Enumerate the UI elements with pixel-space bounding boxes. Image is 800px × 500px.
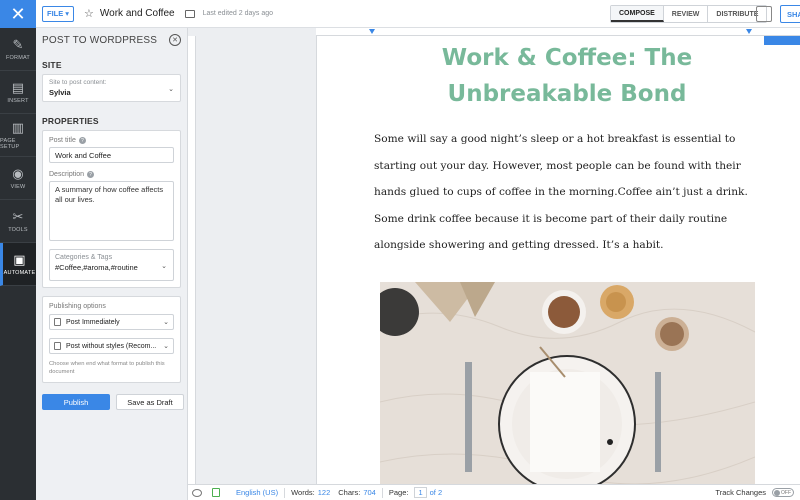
close-circle-icon[interactable]: ✕: [169, 34, 181, 46]
description-textarea[interactable]: A summary of how coffee affects all our …: [49, 181, 174, 241]
mode-switcher: COMPOSE REVIEW DISTRIBUTE: [610, 5, 768, 23]
rail-item-label: VIEW: [10, 183, 26, 190]
page-label: Page:: [388, 488, 409, 497]
track-changes-toggle[interactable]: OFF: [772, 488, 794, 497]
description-label-text: Description: [49, 171, 85, 178]
rail-item-view[interactable]: ◉ VIEW: [0, 157, 36, 200]
vertical-ruler[interactable]: [188, 36, 196, 484]
app-root: ✕ ✎ FORMAT ▤ INSERT ▥ PAGE SETUP ◉ VIEW …: [0, 0, 800, 500]
words-count: 122: [317, 488, 331, 497]
publish-timing-value: Post Immediately: [66, 318, 120, 326]
post-title-label: Post title ?: [49, 137, 174, 144]
present-icon[interactable]: [756, 6, 772, 22]
post-title-label-text: Post title: [49, 137, 76, 144]
chars-label: Chars:: [338, 488, 361, 497]
chevron-down-icon: ▾: [65, 9, 70, 18]
document-paragraph[interactable]: Some will say a good night’s sleep or a …: [374, 126, 759, 259]
document-icon: [54, 342, 61, 350]
rail-item-label: AUTOMATE: [3, 269, 36, 276]
publish-note: Choose when end what format to publish t…: [49, 361, 165, 375]
site-label: Site to post content:: [49, 79, 107, 86]
publishing-box: Publishing options Post Immediately ⌄ Po…: [42, 296, 181, 383]
page-number-input[interactable]: 1: [414, 487, 427, 498]
rail-item-label: FORMAT: [5, 54, 30, 61]
left-rail: ✕ ✎ FORMAT ▤ INSERT ▥ PAGE SETUP ◉ VIEW …: [0, 0, 36, 500]
site-value: Sylvia: [49, 88, 71, 97]
save-draft-button[interactable]: Save as Draft: [116, 394, 184, 410]
rail-item-format[interactable]: ✎ FORMAT: [0, 28, 36, 71]
words-label: Words:: [291, 488, 315, 497]
page-setup-icon: ▥: [11, 119, 25, 135]
document-page[interactable]: Work & Coffee: The Unbreakable Bond Some…: [316, 36, 800, 484]
document-heading[interactable]: Work & Coffee: The Unbreakable Bond: [367, 40, 767, 112]
brush-icon: ✎: [12, 36, 24, 52]
categories-label: Categories & Tags: [55, 254, 113, 261]
tab-compose[interactable]: COMPOSE: [611, 6, 664, 22]
chevron-down-icon: ⌄: [163, 319, 169, 326]
chevron-down-icon: ⌄: [163, 343, 169, 350]
table-setting-illustration: [380, 282, 755, 484]
site-section-label: SITE: [42, 60, 62, 70]
divider: [381, 487, 383, 498]
track-changes: Track Changes OFF: [715, 488, 794, 497]
top-bar: FILE ▾ ☆ Work and Coffee Last edited 2 d…: [36, 0, 800, 28]
rail-item-label: PAGE SETUP: [0, 137, 20, 150]
close-icon[interactable]: ✕: [0, 0, 36, 28]
document-title[interactable]: Work and Coffee: [100, 8, 175, 19]
chevron-down-icon: ⌄: [168, 86, 174, 93]
language-selector[interactable]: English (US): [236, 488, 278, 497]
properties-section-label: PROPERTIES: [42, 116, 99, 126]
panel-header: POST TO WORDPRESS ✕: [36, 28, 187, 52]
star-icon[interactable]: ☆: [84, 7, 94, 20]
page-total: of 2: [429, 488, 443, 497]
status-bar: English (US) Words: 122 Chars: 704 Page:…: [188, 484, 800, 500]
site-select[interactable]: Site to post content: Sylvia ⌄: [42, 74, 181, 102]
rail-item-label: TOOLS: [8, 226, 28, 233]
categories-value: #Coffee,#aroma,#routine: [55, 263, 138, 272]
calendar-icon: [54, 318, 61, 326]
file-menu-button[interactable]: FILE ▾: [42, 5, 75, 22]
help-icon[interactable]: ?: [87, 171, 95, 178]
chars-count: 704: [363, 488, 376, 497]
rail-item-insert[interactable]: ▤ INSERT: [0, 71, 36, 114]
coffee-table-image[interactable]: [380, 282, 755, 484]
insert-doc-icon: ▤: [11, 79, 25, 95]
publish-button[interactable]: Publish: [42, 394, 110, 410]
categories-tags-select[interactable]: Categories & Tags #Coffee,#aroma,#routin…: [49, 249, 174, 281]
automate-icon: ▣: [13, 251, 26, 267]
publish-style-value: Post without styles (Recom...: [66, 342, 157, 350]
rail-item-tools[interactable]: ✂ TOOLS: [0, 200, 36, 243]
chevron-down-icon: ⌄: [161, 263, 167, 270]
tools-icon: ✂: [12, 208, 24, 224]
wordpress-panel: POST TO WORDPRESS ✕ SITE Site to post co…: [36, 28, 188, 500]
panel-actions: Publish Save as Draft: [42, 394, 184, 410]
share-button[interactable]: SHA: [780, 5, 800, 23]
panel-title: POST TO WORDPRESS: [42, 34, 158, 46]
rail-item-automate[interactable]: ▣ AUTOMATE: [0, 243, 36, 286]
left-indent-marker[interactable]: [369, 29, 375, 34]
right-indent-marker[interactable]: [746, 29, 752, 34]
track-changes-tag: [764, 36, 800, 45]
editor-area: Work & Coffee: The Unbreakable Bond Some…: [188, 28, 800, 484]
post-title-input[interactable]: Work and Coffee: [49, 147, 174, 163]
publishing-label: Publishing options: [49, 303, 106, 310]
spellcheck-icon[interactable]: [212, 488, 220, 497]
horizontal-ruler[interactable]: [316, 28, 800, 36]
rail-item-page-setup[interactable]: ▥ PAGE SETUP: [0, 114, 36, 157]
rail-item-label: INSERT: [7, 97, 29, 104]
properties-box: Post title ? Work and Coffee Description…: [42, 130, 181, 288]
publish-timing-select[interactable]: Post Immediately ⌄: [49, 314, 174, 330]
file-label: FILE: [47, 9, 64, 18]
tab-review[interactable]: REVIEW: [664, 6, 709, 22]
track-changes-label: Track Changes: [715, 488, 766, 497]
last-edited-text: Last edited 2 days ago: [202, 10, 274, 17]
eye-icon: ◉: [12, 165, 24, 181]
help-icon[interactable]: ?: [78, 137, 86, 144]
description-label: Description ?: [49, 171, 174, 178]
divider: [284, 487, 286, 498]
publish-style-select[interactable]: Post without styles (Recom... ⌄: [49, 338, 174, 354]
folder-icon[interactable]: [184, 9, 195, 18]
comment-icon[interactable]: [192, 488, 202, 497]
